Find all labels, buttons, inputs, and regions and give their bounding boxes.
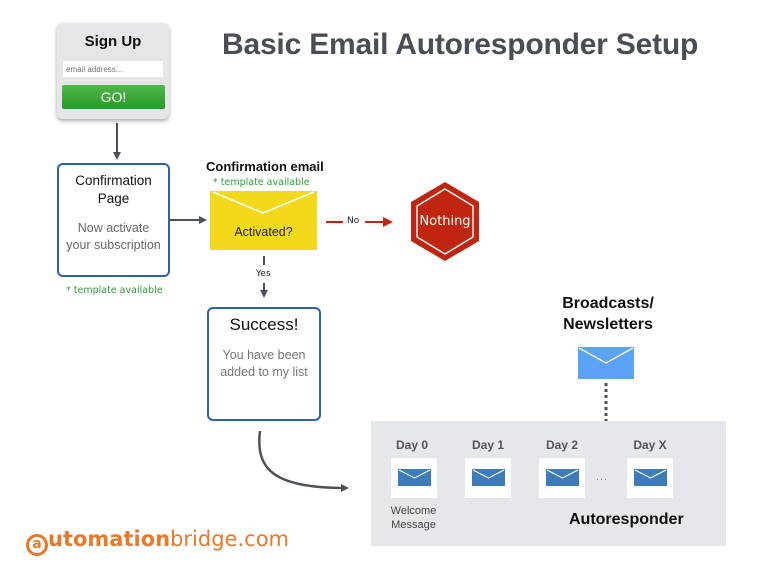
day-label: Day X [633,438,667,452]
welcome-message-label: Welcome Message [390,505,437,531]
day-email-card [539,458,585,498]
confirmation-page-box: Confirmation Page Now activate your subs… [57,163,170,277]
success-heading: Success! [229,315,299,334]
confirmation-email-heading: Confirmation email [206,159,324,174]
confirmation-page-heading: Confirmation Page [75,173,152,206]
day-label: Day 0 [395,438,429,452]
day-email-card [627,458,673,498]
broadcasts-heading: Broadcasts/ Newsletters [562,295,654,333]
day-label: Day 2 [545,438,579,452]
confirmation-email-envelope: Activated? [210,191,317,250]
confirmation-page-template-note: * template available [66,285,163,296]
envelope-icon [472,469,505,486]
day-email-card [465,458,511,498]
day-label: Day 1 [471,438,505,452]
yes-label: Yes [256,269,271,279]
envelope-icon [398,469,431,486]
success-page-box: Success! You have been added to my list [207,307,321,421]
ellipsis: ... [596,471,609,483]
success-body: You have been added to my list [220,348,308,379]
confirmation-page-body: Now activate your subscription [66,221,161,252]
automationbridge-logo: a utomationbridge.com [26,527,289,556]
broadcast-envelope-icon [578,347,634,379]
day-email-card [391,458,437,498]
envelope-icon [634,469,667,486]
confirmation-email-template-note: * template available [213,177,310,188]
nothing-label: Nothing [419,214,471,229]
activated-question: Activated? [234,225,293,239]
arrow-success-to-autoresponder [258,430,349,492]
autoresponder-label: Autoresponder [569,511,684,528]
autoresponder-panel: Day 0 Day 1 Day 2 Day X ... Welcome Mess… [371,421,726,546]
envelope-flap-icon [212,191,315,214]
envelope-icon [546,469,579,486]
gear-at-icon: a [26,534,48,556]
no-label: No [347,216,360,226]
